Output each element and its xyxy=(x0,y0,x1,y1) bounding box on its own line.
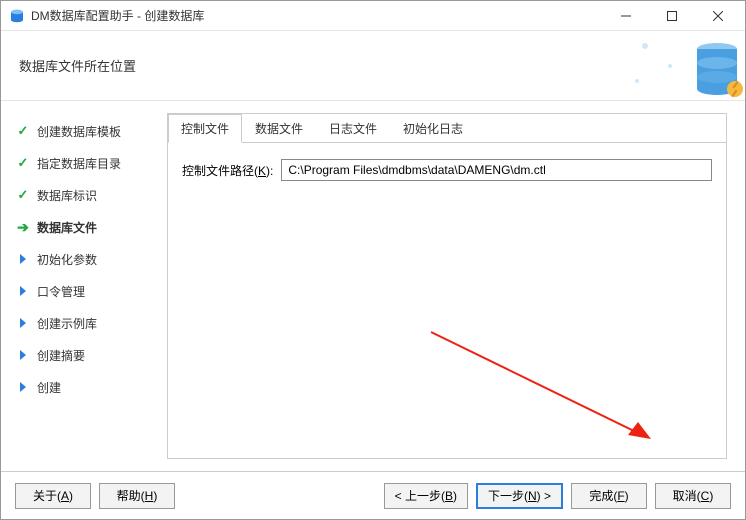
triangle-icon xyxy=(15,382,31,392)
step-label: 创建 xyxy=(37,379,61,396)
next-button[interactable]: 下一步(N) > xyxy=(476,483,563,509)
minimize-button[interactable] xyxy=(603,2,649,30)
back-button[interactable]: < 上一步(B) xyxy=(384,483,468,509)
control-file-path-input[interactable] xyxy=(281,159,712,181)
window: DM数据库配置助手 - 创建数据库 数据库文件所在位置 ✓创建数据库 xyxy=(0,0,746,520)
path-label: 控制文件路径(K): xyxy=(182,162,273,179)
tab-1[interactable]: 数据文件 xyxy=(242,114,316,143)
checkmark-icon: ✓ xyxy=(15,123,31,139)
footer: 关于(A) 帮助(H) < 上一步(B) 下一步(N) > 完成(F) 取消(C… xyxy=(1,471,745,519)
triangle-icon xyxy=(15,254,31,264)
step-label: 创建示例库 xyxy=(37,315,97,332)
window-title: DM数据库配置助手 - 创建数据库 xyxy=(31,7,603,24)
steps-sidebar: ✓ 创建数据库模板 ✓ 指定数据库目录 ✓ 数据库标识 ➔ 数据库文件初始化参数口令管理创建示… xyxy=(1,101,161,471)
triangle-icon xyxy=(15,286,31,296)
step-item[interactable]: ✓ 数据库标识 xyxy=(15,179,161,211)
tabs: 控制文件数据文件日志文件初始化日志 xyxy=(168,114,726,143)
content-panel: 控制文件数据文件日志文件初始化日志 控制文件路径(K): xyxy=(167,113,727,459)
finish-button[interactable]: 完成(F) xyxy=(571,483,647,509)
triangle-icon xyxy=(15,318,31,328)
tab-2[interactable]: 日志文件 xyxy=(316,114,390,143)
step-item[interactable]: ➔ 数据库文件 xyxy=(15,211,161,243)
step-label: 初始化参数 xyxy=(37,251,97,268)
close-button[interactable] xyxy=(695,2,741,30)
content: 控制文件数据文件日志文件初始化日志 控制文件路径(K): xyxy=(161,101,745,471)
step-item[interactable]: 创建示例库 xyxy=(15,307,161,339)
step-item[interactable]: 创建摘要 xyxy=(15,339,161,371)
help-button[interactable]: 帮助(H) xyxy=(99,483,175,509)
about-button[interactable]: 关于(A) xyxy=(15,483,91,509)
titlebar: DM数据库配置助手 - 创建数据库 xyxy=(1,1,745,31)
page-subtitle: 数据库文件所在位置 xyxy=(19,56,136,75)
step-label: 创建摘要 xyxy=(37,347,85,364)
step-label: 创建数据库模板 xyxy=(37,123,121,140)
app-icon xyxy=(9,8,25,24)
step-item[interactable]: 初始化参数 xyxy=(15,243,161,275)
tab-0[interactable]: 控制文件 xyxy=(168,114,242,143)
db-decor-icon xyxy=(625,31,745,101)
arrow-right-icon: ➔ xyxy=(15,219,31,236)
step-item[interactable]: ✓ 指定数据库目录 xyxy=(15,147,161,179)
step-label: 口令管理 xyxy=(37,283,85,300)
triangle-icon xyxy=(15,350,31,360)
step-label: 数据库文件 xyxy=(37,219,97,236)
step-label: 指定数据库目录 xyxy=(37,155,121,172)
maximize-button[interactable] xyxy=(649,2,695,30)
control-file-row: 控制文件路径(K): xyxy=(168,143,726,197)
cancel-button[interactable]: 取消(C) xyxy=(655,483,731,509)
tab-3[interactable]: 初始化日志 xyxy=(390,114,476,143)
header: 数据库文件所在位置 xyxy=(1,31,745,101)
checkmark-icon: ✓ xyxy=(15,155,31,171)
step-label: 数据库标识 xyxy=(37,187,97,204)
step-item[interactable]: 创建 xyxy=(15,371,161,403)
step-item[interactable]: 口令管理 xyxy=(15,275,161,307)
body: ✓ 创建数据库模板 ✓ 指定数据库目录 ✓ 数据库标识 ➔ 数据库文件初始化参数口令管理创建示… xyxy=(1,101,745,471)
step-item[interactable]: ✓ 创建数据库模板 xyxy=(15,115,161,147)
checkmark-icon: ✓ xyxy=(15,187,31,203)
